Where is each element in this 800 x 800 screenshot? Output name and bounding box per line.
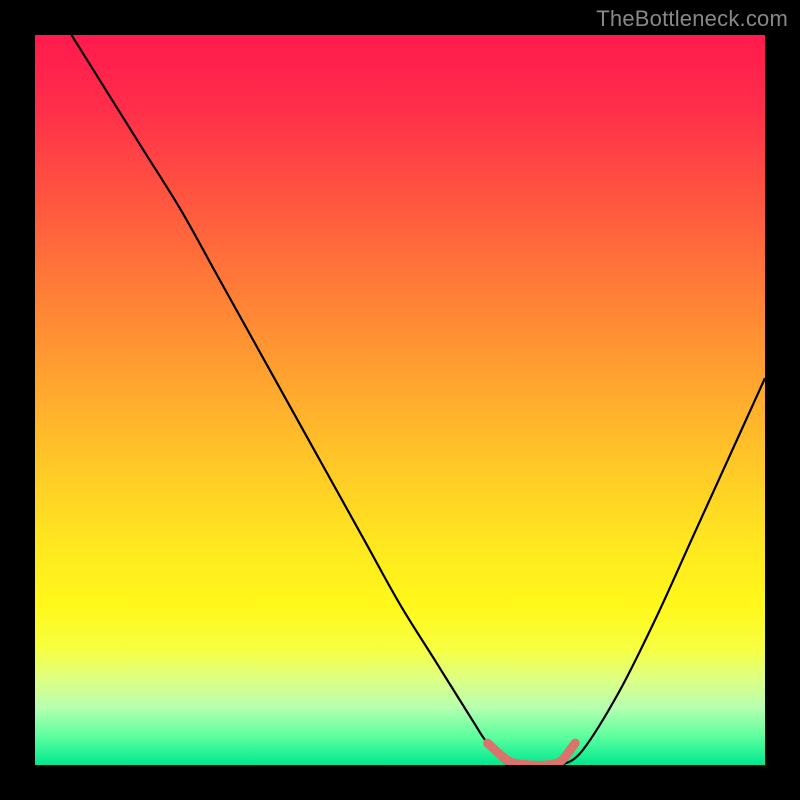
optimal-range-path (488, 743, 576, 765)
bottleneck-curve-path (72, 35, 766, 765)
chart-frame: TheBottleneck.com (0, 0, 800, 800)
plot-area (35, 35, 765, 765)
attribution-label: TheBottleneck.com (596, 6, 788, 32)
curve-layer (35, 35, 765, 765)
